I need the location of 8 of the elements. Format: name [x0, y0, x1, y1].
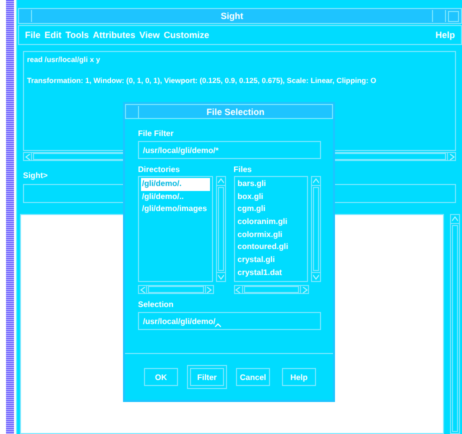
selection-text: /usr/local/gli/demo/: [143, 316, 216, 326]
window-title: Sight: [220, 11, 244, 21]
files-label: Files: [234, 165, 253, 174]
directories-label: Directories: [138, 165, 181, 174]
dialog-title: File Selection: [205, 106, 266, 116]
prompt-label: Sight>: [23, 171, 49, 180]
filter-label: File Filter: [138, 129, 175, 138]
selection-label: Selection: [138, 300, 175, 309]
